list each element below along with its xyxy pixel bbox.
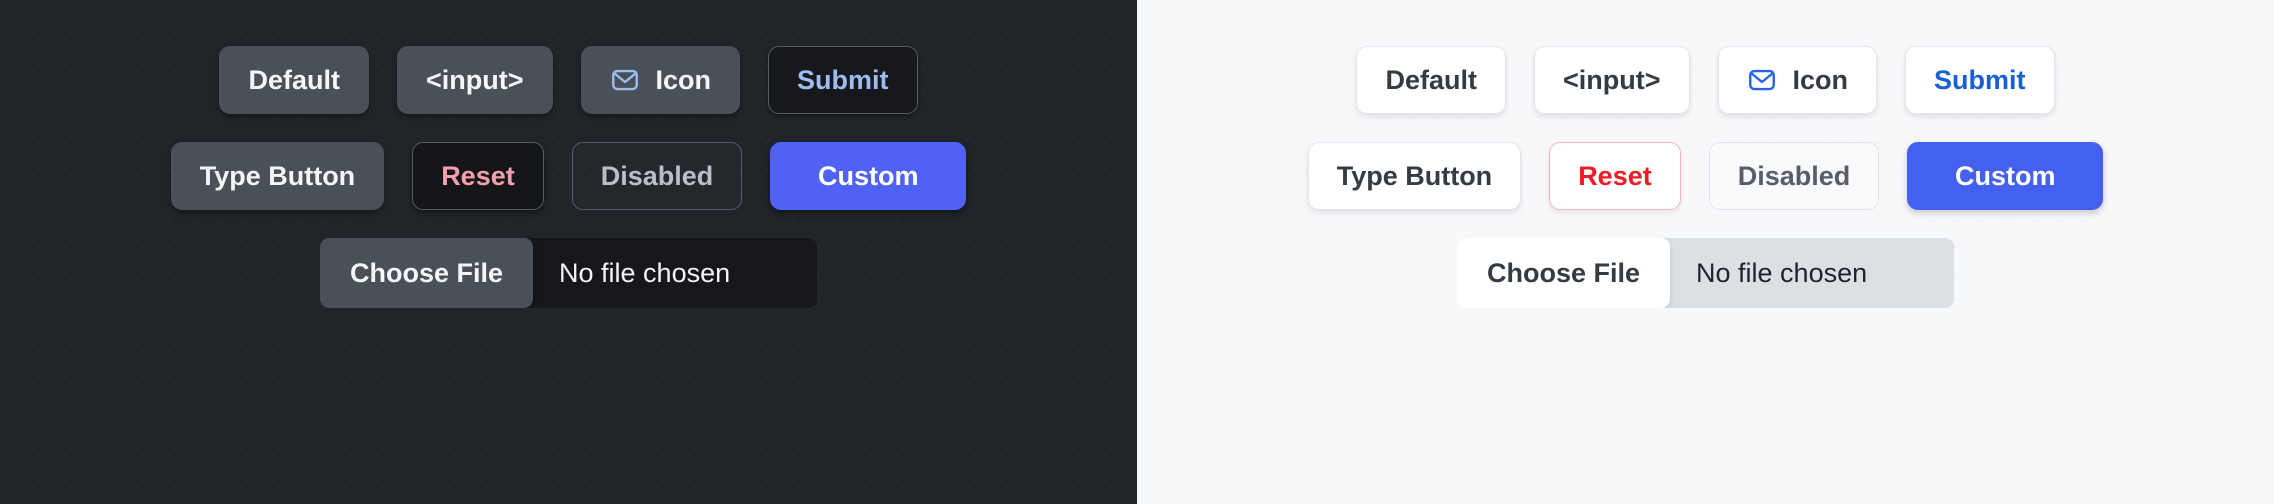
custom-button[interactable]: Custom: [1907, 142, 2104, 210]
button-label: Submit: [1934, 64, 2026, 95]
button-label: <input>: [1562, 64, 1661, 95]
button-label: Reset: [1578, 160, 1652, 191]
button-label: <input>: [425, 64, 524, 95]
submit-button[interactable]: Submit: [1905, 46, 2055, 114]
file-status-text: No file chosen: [1696, 257, 1868, 288]
button-row-file: Choose File No file chosen: [1456, 238, 1955, 308]
default-button[interactable]: Default: [1356, 46, 1506, 114]
choose-file-button[interactable]: Choose File: [1456, 238, 1671, 308]
type-button[interactable]: Type Button: [170, 142, 385, 210]
default-button[interactable]: Default: [219, 46, 369, 114]
file-input[interactable]: Choose File No file chosen: [319, 238, 818, 308]
input-type-button[interactable]: <input>: [1533, 46, 1690, 114]
button-label: Icon: [1792, 64, 1849, 95]
button-label: Reset: [441, 160, 515, 191]
button-label: Type Button: [199, 160, 356, 191]
button-label: Submit: [797, 64, 889, 95]
submit-button[interactable]: Submit: [768, 46, 918, 114]
mail-icon: [1747, 65, 1777, 95]
disabled-button: Disabled: [571, 142, 743, 210]
custom-button[interactable]: Custom: [770, 142, 967, 210]
button-row-primary: Default <input> Icon Submit: [1356, 46, 2055, 114]
button-row-secondary: Type Button Reset Disabled Custom: [170, 142, 967, 210]
button-row-secondary: Type Button Reset Disabled Custom: [1307, 142, 2104, 210]
type-button[interactable]: Type Button: [1307, 142, 1522, 210]
button-showcase-light: Default <input> Icon Submit Type Button …: [1137, 0, 2274, 308]
button-label: Custom: [1955, 160, 2056, 191]
button-row-primary: Default <input> Icon Submit: [219, 46, 918, 114]
dark-theme-panel: Default <input> Icon Submit Type Button …: [0, 0, 1137, 504]
button-label: Custom: [818, 160, 919, 191]
file-input[interactable]: Choose File No file chosen: [1456, 238, 1955, 308]
button-showcase-dark: Default <input> Icon Submit Type Button …: [0, 0, 1137, 308]
choose-file-button[interactable]: Choose File: [319, 238, 534, 308]
disabled-button: Disabled: [1708, 142, 1880, 210]
light-theme-panel: Default <input> Icon Submit Type Button …: [1137, 0, 2274, 504]
icon-button[interactable]: Icon: [580, 46, 741, 114]
button-label: Disabled: [1737, 160, 1851, 191]
button-label: Default: [248, 64, 340, 95]
button-label: Disabled: [600, 160, 714, 191]
button-label: Icon: [655, 64, 712, 95]
file-status-text: No file chosen: [559, 257, 731, 288]
reset-button[interactable]: Reset: [1549, 142, 1681, 210]
button-label: Type Button: [1336, 160, 1493, 191]
reset-button[interactable]: Reset: [412, 142, 544, 210]
icon-button[interactable]: Icon: [1717, 46, 1878, 114]
button-row-file: Choose File No file chosen: [319, 238, 818, 308]
button-label: Default: [1385, 64, 1477, 95]
input-type-button[interactable]: <input>: [396, 46, 553, 114]
mail-icon: [610, 65, 640, 95]
